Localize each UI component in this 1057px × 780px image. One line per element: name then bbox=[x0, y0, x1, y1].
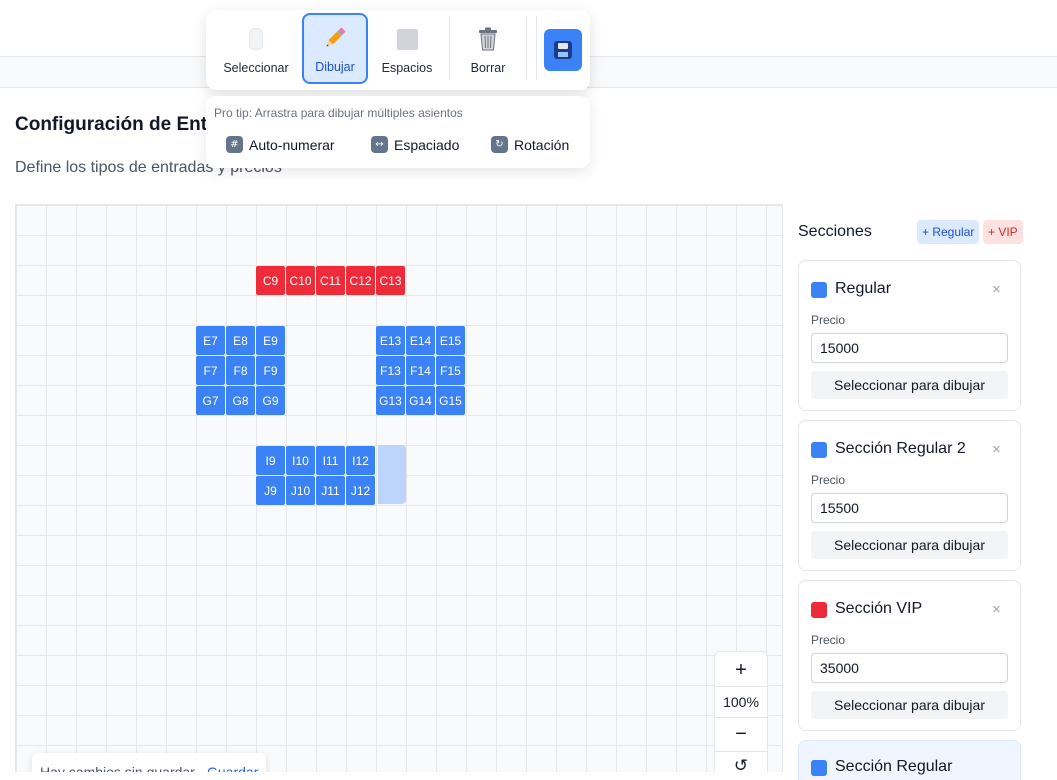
square-icon bbox=[374, 26, 440, 52]
spacing-button[interactable]: ↔ Espaciado bbox=[371, 136, 459, 153]
seat-e7[interactable]: E7 bbox=[196, 326, 225, 355]
tool-label: Espacios bbox=[381, 61, 433, 75]
select-to-draw-button[interactable]: Seleccionar para dibujar bbox=[811, 371, 1008, 399]
rotation-button[interactable]: ↻ Rotación bbox=[491, 136, 569, 153]
drawing-toolbar: Seleccionar Dibujar Espacios Borrar bbox=[206, 10, 590, 90]
unsaved-changes-banner: Hay cambios sin guardar Guardar bbox=[32, 753, 266, 772]
save-button[interactable] bbox=[544, 29, 582, 71]
numbers-icon: # bbox=[226, 136, 243, 153]
auto-number-label: Auto-numerar bbox=[249, 136, 335, 153]
price-input[interactable] bbox=[811, 653, 1008, 683]
seat-j9[interactable]: J9 bbox=[256, 476, 285, 505]
section-card: Sección Regular bbox=[798, 740, 1021, 780]
seat-c9[interactable]: C9 bbox=[256, 266, 285, 295]
tool-erase[interactable]: Borrar bbox=[455, 14, 521, 84]
rotate-icon: ↻ bbox=[491, 136, 508, 153]
tool-label: Borrar bbox=[470, 61, 506, 75]
seat-i11[interactable]: I11 bbox=[316, 446, 345, 475]
add-vip-button[interactable]: + VIP bbox=[983, 220, 1023, 244]
rotate-icon: ↺ bbox=[733, 756, 749, 772]
seat-e15[interactable]: E15 bbox=[436, 326, 465, 355]
pencil-icon bbox=[304, 25, 366, 51]
seat-e13[interactable]: E13 bbox=[376, 326, 405, 355]
seat-map-canvas[interactable]: C9 C10 C11 C12 C13 E7 E8 E9 F7 F8 F9 G7 G8 G9 E13 E14 E1… bbox=[15, 204, 783, 772]
close-icon[interactable]: × bbox=[992, 281, 1001, 298]
page-title: Configuración de Ent bbox=[15, 114, 208, 135]
select-to-draw-button[interactable]: Seleccionar para dibujar bbox=[811, 531, 1008, 559]
seat-j11[interactable]: J11 bbox=[316, 476, 345, 505]
section-color-swatch bbox=[811, 602, 827, 618]
seat-e9[interactable]: E9 bbox=[256, 326, 285, 355]
zoom-out-button[interactable]: − bbox=[715, 718, 767, 750]
auto-number-button[interactable]: # Auto-numerar bbox=[226, 136, 335, 153]
seat-i12[interactable]: I12 bbox=[346, 446, 375, 475]
close-icon[interactable]: × bbox=[992, 601, 1001, 618]
drawing-preview bbox=[378, 445, 406, 504]
section-color-swatch bbox=[811, 760, 827, 776]
left-right-arrow-icon: ↔ bbox=[371, 136, 388, 153]
price-label: Precio bbox=[811, 473, 846, 487]
price-input[interactable] bbox=[811, 493, 1008, 523]
mouse-icon bbox=[223, 26, 289, 52]
section-color-swatch bbox=[811, 282, 827, 298]
seat-g7[interactable]: G7 bbox=[196, 386, 225, 415]
rotation-label: Rotación bbox=[514, 136, 570, 153]
seat-c13[interactable]: C13 bbox=[376, 266, 405, 295]
section-card: Sección VIP × Precio Seleccionar para di… bbox=[798, 580, 1021, 731]
tool-select[interactable]: Seleccionar bbox=[223, 14, 289, 84]
seat-g14[interactable]: G14 bbox=[406, 386, 435, 415]
seat-i9[interactable]: I9 bbox=[256, 446, 285, 475]
add-regular-button[interactable]: + Regular bbox=[917, 220, 980, 244]
seat-g15[interactable]: G15 bbox=[436, 386, 465, 415]
floppy-disk-icon bbox=[554, 41, 572, 59]
sections-title: Secciones bbox=[798, 223, 872, 240]
select-to-draw-button[interactable]: Seleccionar para dibujar bbox=[811, 691, 1008, 719]
tool-label: Seleccionar bbox=[223, 61, 289, 75]
spacing-label: Espaciado bbox=[394, 136, 460, 153]
zoom-level: 100% bbox=[715, 686, 767, 718]
seat-j12[interactable]: J12 bbox=[346, 476, 375, 505]
seat-g13[interactable]: G13 bbox=[376, 386, 405, 415]
price-label: Precio bbox=[811, 633, 846, 647]
price-label: Precio bbox=[811, 313, 846, 327]
seat-f15[interactable]: F15 bbox=[436, 356, 465, 385]
seat-g9[interactable]: G9 bbox=[256, 386, 285, 415]
price-input[interactable] bbox=[811, 333, 1008, 363]
section-name[interactable]: Sección Regular bbox=[835, 758, 952, 776]
section-name[interactable]: Regular bbox=[835, 280, 891, 298]
tool-draw[interactable]: Dibujar bbox=[302, 13, 368, 84]
trash-icon bbox=[455, 26, 521, 52]
section-name[interactable]: Sección VIP bbox=[835, 600, 922, 618]
seat-e8[interactable]: E8 bbox=[226, 326, 255, 355]
section-color-swatch bbox=[811, 442, 827, 458]
seat-f8[interactable]: F8 bbox=[226, 356, 255, 385]
close-icon[interactable]: × bbox=[992, 441, 1001, 458]
seat-j10[interactable]: J10 bbox=[286, 476, 315, 505]
zoom-in-button[interactable]: + bbox=[715, 654, 767, 686]
zoom-controls: + 100% − ↺ bbox=[714, 651, 768, 772]
section-card: Regular × Precio Seleccionar para dibuja… bbox=[798, 260, 1021, 411]
seat-f7[interactable]: F7 bbox=[196, 356, 225, 385]
seat-c10[interactable]: C10 bbox=[286, 266, 315, 295]
reset-view-button[interactable]: ↺ bbox=[715, 751, 767, 772]
seat-f13[interactable]: F13 bbox=[376, 356, 405, 385]
section-card: Sección Regular 2 × Precio Seleccionar p… bbox=[798, 420, 1021, 571]
seat-g8[interactable]: G8 bbox=[226, 386, 255, 415]
tool-spaces[interactable]: Espacios bbox=[374, 14, 440, 84]
seat-i10[interactable]: I10 bbox=[286, 446, 315, 475]
seat-f14[interactable]: F14 bbox=[406, 356, 435, 385]
seat-c12[interactable]: C12 bbox=[346, 266, 375, 295]
seat-e14[interactable]: E14 bbox=[406, 326, 435, 355]
pro-tip-text: Pro tip: Arrastra para dibujar múltiples… bbox=[214, 106, 463, 120]
seat-c11[interactable]: C11 bbox=[316, 266, 345, 295]
section-name[interactable]: Sección Regular 2 bbox=[835, 440, 966, 458]
tips-panel: Pro tip: Arrastra para dibujar múltiples… bbox=[206, 96, 590, 168]
seat-f9[interactable]: F9 bbox=[256, 356, 285, 385]
